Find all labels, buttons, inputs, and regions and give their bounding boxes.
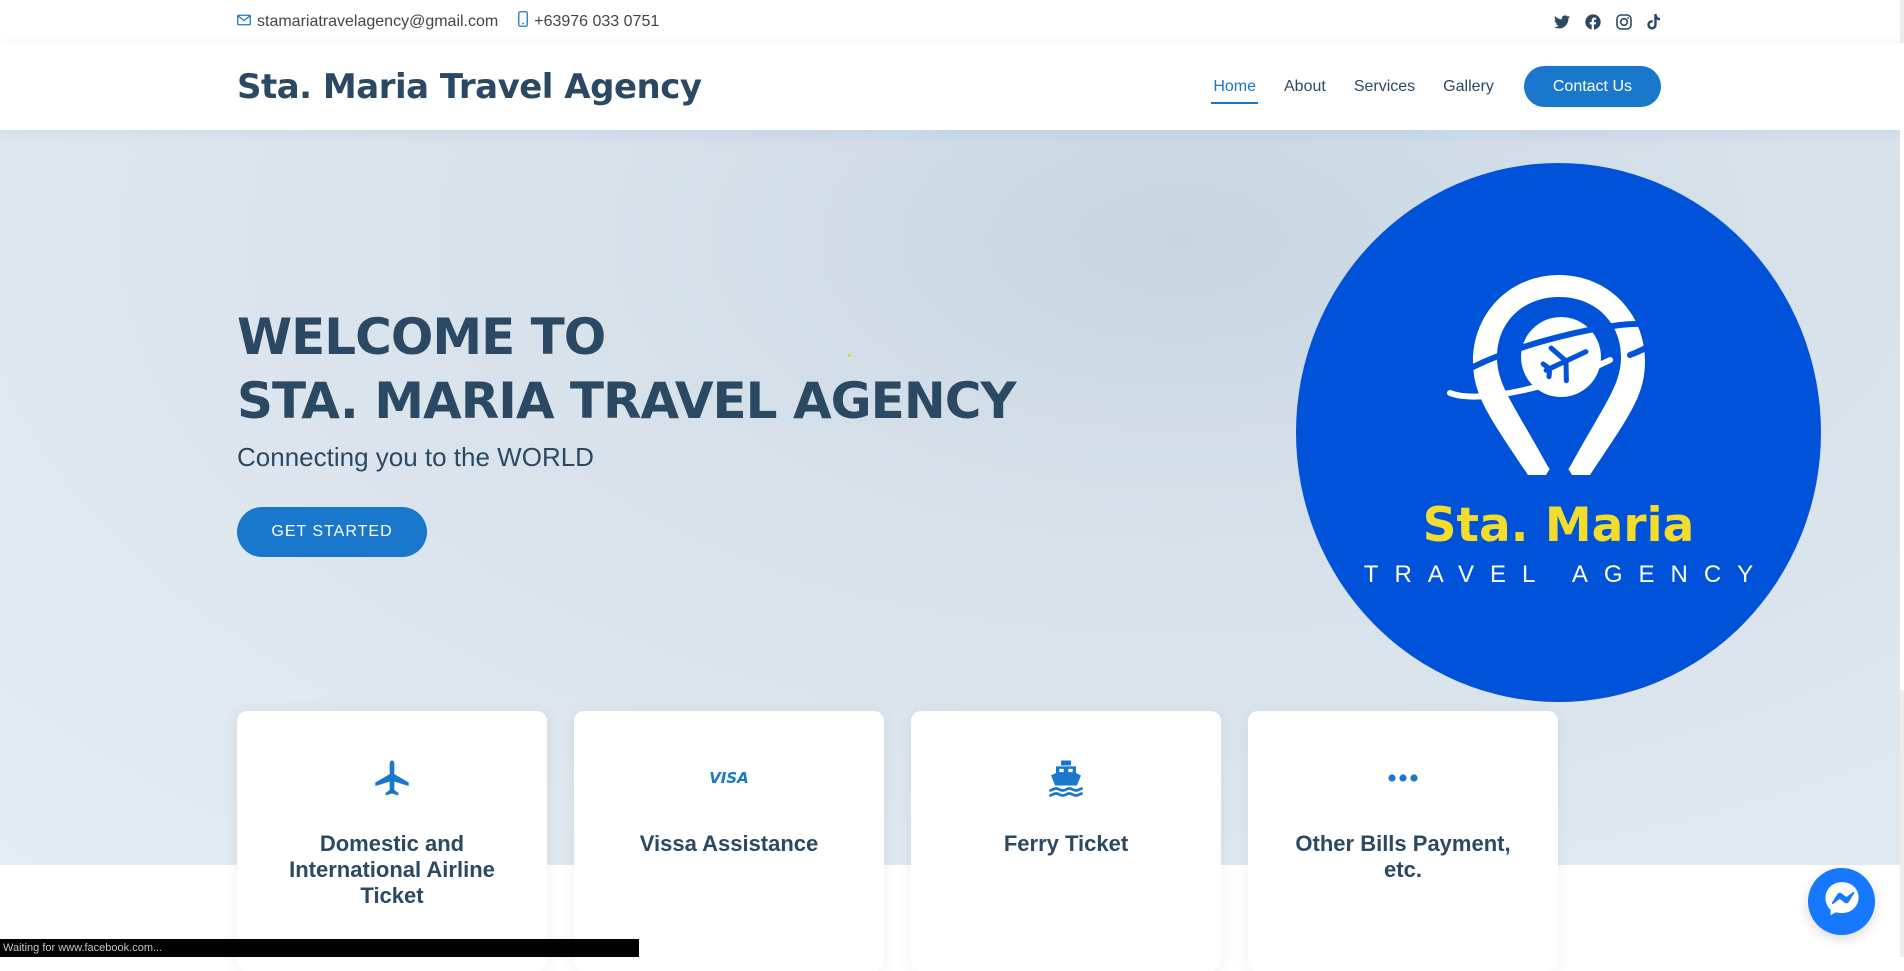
agency-logo-image: Sta. Maria TRAVEL AGENCY xyxy=(1296,163,1821,702)
messenger-chat-button[interactable] xyxy=(1808,868,1875,935)
nav-services[interactable]: Services xyxy=(1352,70,1417,104)
hero-title-line-1: WELCOME TO xyxy=(237,308,606,366)
service-card-airline[interactable]: Domestic and International Airline Ticke… xyxy=(237,711,547,971)
logo-brand-text: Sta. Maria xyxy=(1422,498,1695,553)
service-card-title: Domestic and International Airline Ticke… xyxy=(289,831,495,908)
email-item[interactable]: stamariatravelagency@gmail.com xyxy=(237,13,498,31)
visa-icon: VISA xyxy=(574,756,884,800)
location-pin-airplane-icon xyxy=(1445,275,1666,475)
contact-us-button[interactable]: Contact Us xyxy=(1523,66,1661,107)
site-header: Sta. Maria Travel Agency Home About Serv… xyxy=(0,43,1904,130)
scrollbar-thumb[interactable] xyxy=(1900,130,1904,690)
browser-status-bar: Waiting for www.facebook.com... xyxy=(0,939,639,957)
service-card-visa[interactable]: VISA Vissa Assistance xyxy=(574,711,884,971)
ferry-icon xyxy=(911,756,1221,800)
service-card-other-bills[interactable]: Other Bills Payment, etc. xyxy=(1248,711,1558,971)
phone-icon xyxy=(518,11,534,32)
logo-tagline-text: TRAVEL AGENCY xyxy=(1363,561,1770,588)
decorative-dot xyxy=(848,354,851,357)
ellipsis-icon xyxy=(1248,756,1558,800)
service-card-ferry[interactable]: Ferry Ticket xyxy=(911,711,1221,971)
page-scrollbar[interactable] xyxy=(1900,0,1904,957)
nav-about[interactable]: About xyxy=(1282,70,1328,104)
twitter-icon[interactable] xyxy=(1554,14,1570,29)
social-links xyxy=(1539,0,1661,43)
get-started-button[interactable]: GET STARTED xyxy=(237,507,427,557)
nav-gallery[interactable]: Gallery xyxy=(1441,70,1496,104)
nav-home[interactable]: Home xyxy=(1211,70,1258,104)
top-bar: stamariatravelagency@gmail.com +63976 03… xyxy=(0,0,1904,43)
hero-title-line-2: STA. MARIA TRAVEL AGENCY xyxy=(237,372,1017,430)
instagram-icon[interactable] xyxy=(1616,13,1632,30)
site-logo[interactable]: Sta. Maria Travel Agency xyxy=(237,43,702,130)
main-nav: Home About Services Gallery Contact Us xyxy=(1187,43,1661,130)
service-card-title: Other Bills Payment, etc. xyxy=(1295,831,1511,882)
hero-title: WELCOME TO STA. MARIA TRAVEL AGENCY xyxy=(237,305,1017,433)
facebook-icon[interactable] xyxy=(1585,13,1601,30)
service-card-title: Ferry Ticket xyxy=(1003,831,1129,856)
tiktok-icon[interactable] xyxy=(1647,13,1661,30)
envelope-icon xyxy=(237,13,257,31)
airplane-icon xyxy=(237,756,547,800)
hero-subtitle: Connecting you to the WORLD xyxy=(237,442,594,472)
service-card-title: Vissa Assistance xyxy=(639,831,819,856)
svg-text:VISA: VISA xyxy=(709,770,749,786)
phone-item[interactable]: +63976 033 0751 xyxy=(518,11,659,32)
contact-info: stamariatravelagency@gmail.com +63976 03… xyxy=(237,0,679,43)
messenger-icon xyxy=(1823,880,1861,923)
phone-text: +63976 033 0751 xyxy=(534,12,660,30)
email-text: stamariatravelagency@gmail.com xyxy=(257,12,499,30)
